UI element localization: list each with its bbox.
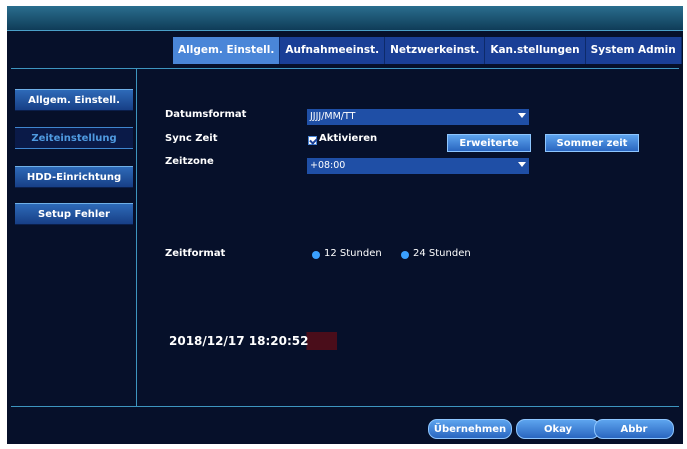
frame-top-line xyxy=(11,68,679,69)
current-datetime: 2018/12/17 18:20:52 xyxy=(167,332,337,350)
sidebar-item-hdd[interactable]: HDD-Einrichtung xyxy=(15,166,133,188)
title-bar xyxy=(7,6,683,31)
chevron-down-icon xyxy=(518,113,526,118)
date-format-value: JJJJ/MM/TT xyxy=(310,111,356,122)
timezone-label: Zeitzone xyxy=(165,156,214,167)
date-format-select[interactable]: JJJJ/MM/TT xyxy=(307,109,529,125)
sync-time-checkbox-label: Aktivieren xyxy=(319,133,378,144)
advanced-button[interactable]: Erweiterte xyxy=(447,134,531,152)
tab-system-admin[interactable]: System Admin xyxy=(585,37,682,64)
tab-general[interactable]: Allgem. Einstell. xyxy=(173,37,281,64)
tab-network[interactable]: Netzwerkeinst. xyxy=(385,37,486,64)
radio-24h-label: 24 Stunden xyxy=(413,248,471,259)
sidebar-item-general[interactable]: Allgem. Einstell. xyxy=(15,89,133,111)
sidebar-item-time-settings[interactable]: Zeiteinstellung xyxy=(15,127,133,149)
date-format-label: Datumsformat xyxy=(165,109,247,120)
okay-button[interactable]: Okay xyxy=(516,419,600,439)
summer-time-button[interactable]: Sommer zeit xyxy=(545,134,639,152)
time-format-label: Zeitformat xyxy=(165,248,226,259)
apply-button[interactable]: Übernehmen xyxy=(428,419,512,439)
sync-time-label: Sync Zeit xyxy=(165,133,218,144)
sync-time-checkbox[interactable] xyxy=(308,136,317,145)
radio-24h[interactable] xyxy=(401,251,409,259)
frame-bottom-line xyxy=(11,406,679,407)
cancel-button[interactable]: Abbr xyxy=(594,419,674,439)
sidebar-item-setup-errors[interactable]: Setup Fehler xyxy=(15,203,133,225)
radio-12h-label: 12 Stunden xyxy=(324,248,382,259)
dvr-settings-screen: Allgem. Einstell. Aufnahmeeinst. Netzwer… xyxy=(7,6,683,444)
chevron-down-icon xyxy=(518,162,526,167)
tab-bar: Allgem. Einstell. Aufnahmeeinst. Netzwer… xyxy=(173,37,682,64)
radio-12h[interactable] xyxy=(312,251,320,259)
timezone-value: +08:00 xyxy=(310,160,346,171)
sidebar-divider xyxy=(136,69,137,406)
timezone-select[interactable]: +08:00 xyxy=(307,158,529,174)
tab-recording[interactable]: Aufnahmeeinst. xyxy=(280,37,386,64)
tab-channels[interactable]: Kan.stellungen xyxy=(485,37,586,64)
